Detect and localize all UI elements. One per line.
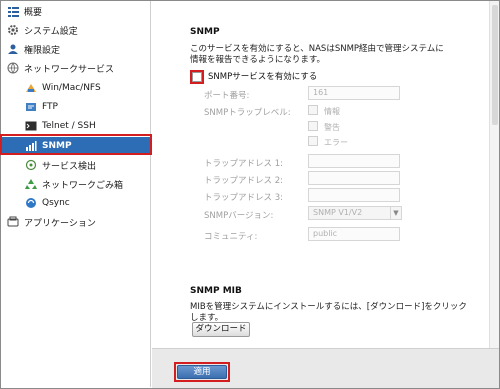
- highlight-apply-button: [174, 362, 230, 382]
- snmp-settings: SNMP このサービスを有効にすると、NASはSNMP経由で管理システムに情報を…: [178, 1, 468, 348]
- trap-error-label: エラー: [324, 138, 348, 147]
- community-label: コミュニティ:: [204, 232, 258, 242]
- discovery-icon: [25, 159, 37, 171]
- trap-address-3-label: トラップアドレス 3:: [204, 193, 283, 203]
- trap-warning-checkbox[interactable]: [308, 121, 318, 131]
- chevron-down-icon: ▼: [390, 207, 401, 219]
- main-panel: SNMP このサービスを有効にすると、NASはSNMP経由で管理システムに情報を…: [152, 1, 499, 348]
- sync-icon: [25, 197, 37, 209]
- snmp-description: このサービスを有効にすると、NASはSNMP経由で管理システムに情報を報告できる…: [190, 44, 444, 65]
- trap-address-1-field[interactable]: [308, 154, 400, 168]
- sidebar-item-label: Telnet / SSH: [42, 121, 96, 131]
- recycle-icon: [25, 178, 37, 190]
- port-label: ポート番号:: [204, 91, 250, 101]
- network-icon: [7, 62, 19, 74]
- community-field[interactable]: public: [308, 227, 400, 241]
- trap-address-2-field[interactable]: [308, 171, 400, 185]
- sidebar: 概要 システム設定 権限設定 ネットワークサービス Win/Mac/NFS FT…: [1, 1, 151, 387]
- sidebar-item-label: Qsync: [42, 198, 70, 208]
- sidebar-item-label: 権限設定: [24, 45, 61, 56]
- section-title-snmp-mib: SNMP MIB: [190, 286, 242, 296]
- trap-error-checkbox[interactable]: [308, 136, 318, 146]
- trap-level-label: SNMPトラップレベル:: [204, 108, 291, 118]
- sidebar-item-system-settings[interactable]: システム設定: [7, 21, 157, 39]
- sidebar-item-label: Win/Mac/NFS: [42, 83, 101, 93]
- trap-address-1-label: トラップアドレス 1:: [204, 159, 283, 169]
- trap-warning-label: 警告: [324, 123, 340, 132]
- sidebar-item-label: FTP: [42, 102, 58, 112]
- scrollbar[interactable]: [489, 1, 499, 348]
- sidebar-item-label: ネットワークごみ箱: [42, 180, 124, 191]
- share-icon: [25, 82, 37, 94]
- app-icon: [7, 216, 19, 228]
- port-field[interactable]: 161: [308, 86, 400, 100]
- sidebar-item-label: サービス検出: [42, 161, 97, 172]
- sidebar-item-label: アプリケーション: [24, 218, 96, 229]
- download-button[interactable]: ダウンロード: [192, 322, 250, 337]
- ftp-icon: [25, 101, 37, 113]
- list-icon: [7, 5, 19, 17]
- sidebar-item-label: 概要: [24, 7, 43, 18]
- snmp-version-label: SNMPバージョン:: [204, 211, 274, 221]
- section-title-snmp: SNMP: [190, 27, 220, 37]
- enable-snmp-label: SNMPサービスを有効にする: [208, 72, 318, 82]
- snmp-version-value: SNMP V1/V2: [313, 208, 363, 217]
- highlight-sidebar-snmp: [0, 134, 152, 155]
- terminal-icon: [25, 120, 37, 132]
- user-icon: [7, 43, 19, 55]
- highlight-enable-checkbox: [190, 70, 204, 84]
- sidebar-item-network-services[interactable]: ネットワークサービス: [7, 59, 157, 77]
- scrollbar-thumb[interactable]: [492, 5, 498, 125]
- gear-icon: [7, 24, 19, 36]
- sidebar-item-overview[interactable]: 概要: [7, 2, 157, 20]
- mib-description: MIBを管理システムにインストールするには、[ダウンロード]をクリックします。: [190, 302, 467, 323]
- sidebar-item-applications[interactable]: アプリケーション: [7, 213, 157, 231]
- sidebar-item-label: ネットワークサービス: [24, 64, 115, 75]
- trap-info-label: 情報: [324, 107, 340, 116]
- trap-address-2-label: トラップアドレス 2:: [204, 176, 283, 186]
- footer-bar: 適用: [152, 348, 499, 388]
- sidebar-item-privilege[interactable]: 権限設定: [7, 40, 157, 58]
- snmp-version-select[interactable]: SNMP V1/V2 ▼: [308, 206, 402, 220]
- trap-address-3-field[interactable]: [308, 188, 400, 202]
- sidebar-item-label: システム設定: [24, 26, 78, 37]
- trap-info-checkbox[interactable]: [308, 105, 318, 115]
